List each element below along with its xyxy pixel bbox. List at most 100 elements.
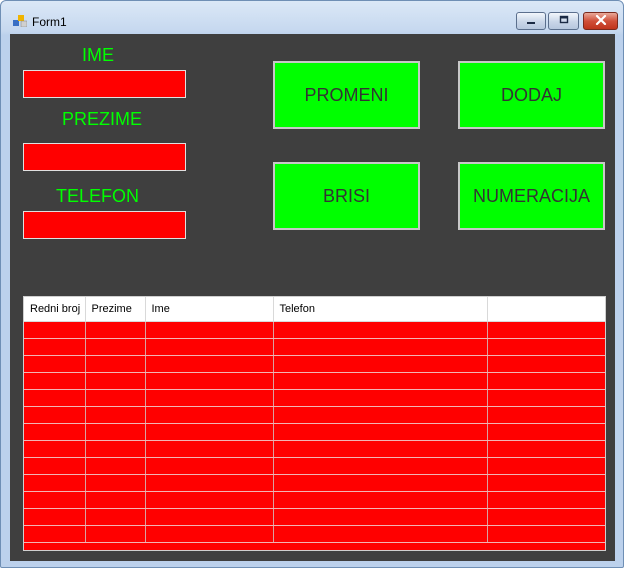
grid-cell[interactable] (487, 423, 605, 441)
column-header-extra[interactable] (487, 297, 605, 322)
grid-cell[interactable] (487, 474, 605, 492)
grid-cell[interactable] (85, 423, 146, 441)
grid-cell[interactable] (85, 525, 146, 543)
grid-cell[interactable] (145, 423, 274, 441)
grid-cell[interactable] (145, 355, 274, 373)
grid-cell[interactable] (24, 338, 86, 356)
grid-row[interactable] (24, 338, 605, 356)
grid-cell[interactable] (273, 508, 488, 526)
maximize-button[interactable] (548, 12, 579, 30)
grid-row[interactable] (24, 389, 605, 407)
grid-cell[interactable] (487, 440, 605, 458)
grid-cell[interactable] (145, 525, 274, 543)
minimize-button[interactable] (516, 12, 546, 30)
grid-cell[interactable] (24, 321, 86, 339)
grid-cell[interactable] (85, 372, 146, 390)
grid-cell[interactable] (273, 423, 488, 441)
grid-cell[interactable] (487, 457, 605, 475)
grid-row[interactable] (24, 508, 605, 526)
grid-cell[interactable] (24, 491, 86, 509)
grid-cell[interactable] (24, 372, 86, 390)
column-header-ime[interactable]: Ime (145, 297, 274, 322)
grid-cell[interactable] (487, 491, 605, 509)
grid-cell[interactable] (145, 440, 274, 458)
grid-cell[interactable] (273, 406, 488, 424)
grid-cell[interactable] (273, 474, 488, 492)
grid-cell[interactable] (145, 491, 274, 509)
grid-cell[interactable] (85, 474, 146, 492)
grid-cell[interactable] (145, 406, 274, 424)
grid-cell[interactable] (24, 525, 86, 543)
grid-cell[interactable] (273, 440, 488, 458)
grid-cell[interactable] (24, 508, 86, 526)
grid-row[interactable] (24, 423, 605, 441)
grid-cell[interactable] (487, 525, 605, 543)
grid-cell[interactable] (487, 389, 605, 407)
grid-cell[interactable] (273, 372, 488, 390)
window-title: Form1 (32, 15, 67, 29)
minimize-icon (525, 12, 537, 30)
grid-cell[interactable] (145, 372, 274, 390)
grid-row[interactable] (24, 525, 605, 543)
grid-cell[interactable] (487, 338, 605, 356)
telefon-input[interactable] (23, 211, 186, 239)
brisi-button[interactable]: BRISI (273, 162, 420, 230)
column-header-telefon[interactable]: Telefon (273, 297, 488, 322)
grid-cell[interactable] (487, 508, 605, 526)
grid-cell[interactable] (85, 389, 146, 407)
grid-row[interactable] (24, 474, 605, 492)
numeracija-button[interactable]: NUMERACIJA (458, 162, 605, 230)
grid-cell[interactable] (85, 491, 146, 509)
grid-cell[interactable] (145, 474, 274, 492)
grid-cell[interactable] (487, 321, 605, 339)
grid-cell[interactable] (273, 321, 488, 339)
grid-cell[interactable] (24, 423, 86, 441)
column-header-prezime[interactable]: Prezime (85, 297, 146, 322)
grid-cell[interactable] (487, 406, 605, 424)
promeni-button[interactable]: PROMENI (273, 61, 420, 129)
grid-cell[interactable] (145, 389, 274, 407)
grid-cell[interactable] (85, 406, 146, 424)
grid-cell[interactable] (24, 389, 86, 407)
grid-cell[interactable] (487, 372, 605, 390)
grid-cell[interactable] (145, 457, 274, 475)
grid-cell[interactable] (85, 338, 146, 356)
grid-cell[interactable] (85, 355, 146, 373)
column-header-redni-broj[interactable]: Redni broj (24, 297, 86, 322)
grid-cell[interactable] (273, 389, 488, 407)
grid-cell[interactable] (85, 440, 146, 458)
grid-cell[interactable] (273, 525, 488, 543)
grid-cell[interactable] (487, 355, 605, 373)
close-button[interactable] (583, 12, 618, 30)
grid-cell[interactable] (273, 338, 488, 356)
grid-cell[interactable] (24, 457, 86, 475)
grid-row[interactable] (24, 355, 605, 373)
grid-cell[interactable] (273, 491, 488, 509)
ime-input[interactable] (23, 70, 186, 98)
contacts-grid[interactable]: Redni broj Prezime Ime Telefon (23, 296, 606, 551)
title-bar[interactable]: Form1 (1, 1, 623, 34)
grid-cell[interactable] (145, 321, 274, 339)
grid-cell[interactable] (85, 321, 146, 339)
grid-row[interactable] (24, 321, 605, 339)
grid-cell[interactable] (145, 338, 274, 356)
grid-body (24, 321, 605, 543)
grid-cell[interactable] (24, 474, 86, 492)
restore-icon (558, 12, 570, 30)
grid-row[interactable] (24, 491, 605, 509)
dodaj-button[interactable]: DODAJ (458, 61, 605, 129)
grid-cell[interactable] (145, 508, 274, 526)
grid-row[interactable] (24, 372, 605, 390)
prezime-input[interactable] (23, 143, 186, 171)
grid-cell[interactable] (273, 355, 488, 373)
grid-cell[interactable] (85, 457, 146, 475)
app-icon (13, 14, 28, 28)
grid-cell[interactable] (85, 508, 146, 526)
grid-cell[interactable] (273, 457, 488, 475)
grid-row[interactable] (24, 457, 605, 475)
grid-row[interactable] (24, 440, 605, 458)
grid-cell[interactable] (24, 406, 86, 424)
grid-cell[interactable] (24, 440, 86, 458)
grid-row[interactable] (24, 406, 605, 424)
grid-cell[interactable] (24, 355, 86, 373)
